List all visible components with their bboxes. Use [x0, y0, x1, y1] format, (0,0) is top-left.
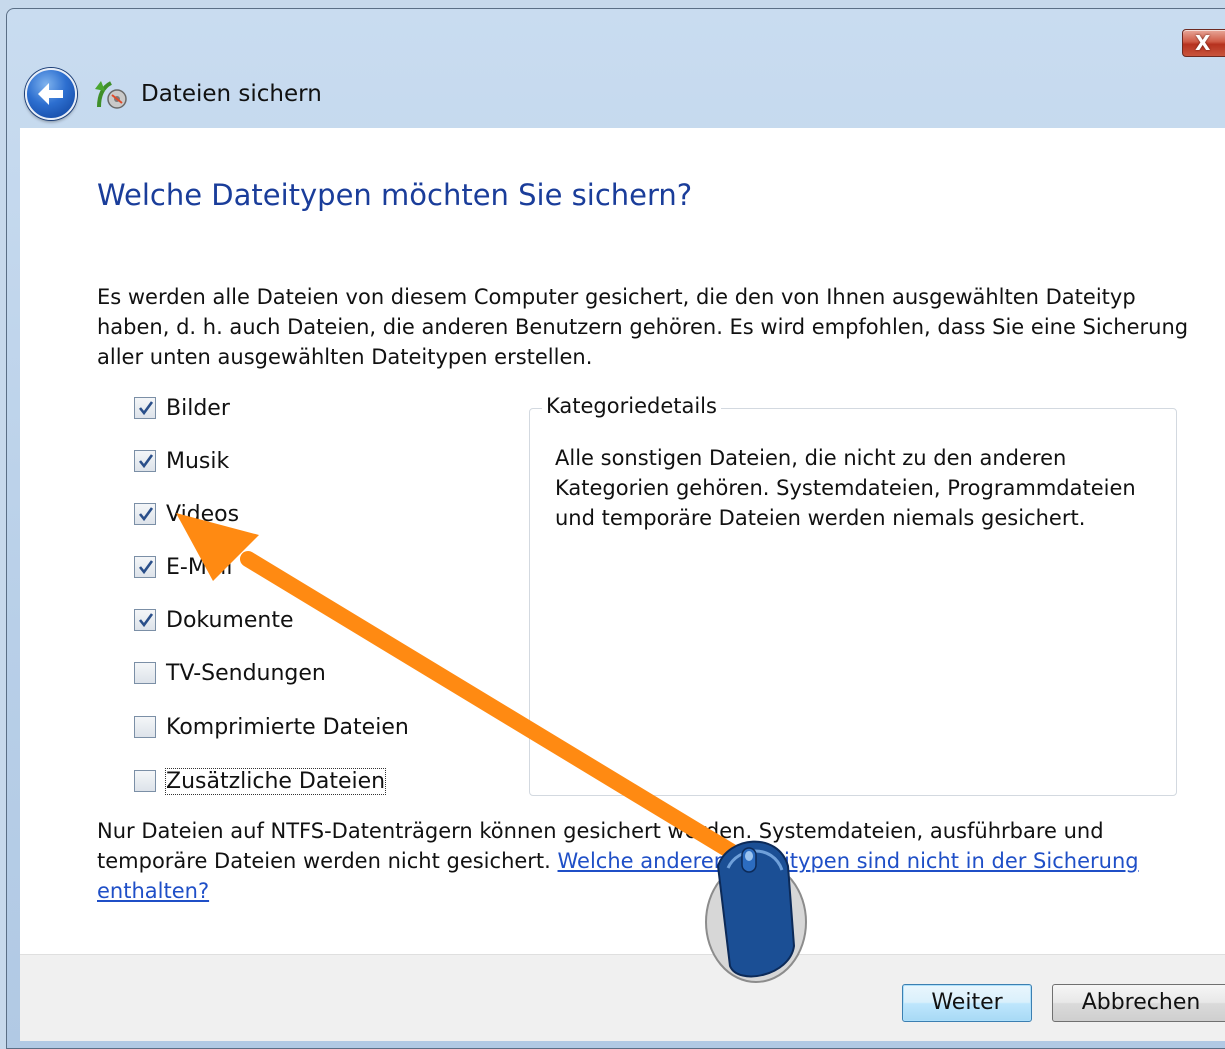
checkbox-box[interactable]	[134, 450, 156, 472]
checkbox-label: E-Mail	[166, 554, 233, 580]
checkbox-label: Komprimierte Dateien	[166, 714, 409, 740]
checkbox-label: Bilder	[166, 395, 230, 421]
checkbox-videos[interactable]: Videos	[134, 499, 239, 529]
checkbox-box[interactable]	[134, 609, 156, 631]
content-area: Welche Dateitypen möchten Sie sichern? E…	[20, 128, 1225, 954]
close-button[interactable]: X	[1182, 29, 1225, 57]
checkbox-label: Zusätzliche Dateien	[164, 767, 387, 795]
checkbox-zusaetzliche-dateien[interactable]: Zusätzliche Dateien	[134, 766, 387, 796]
page-heading: Welche Dateitypen möchten Sie sichern?	[97, 178, 693, 212]
checkbox-bilder[interactable]: Bilder	[134, 393, 230, 423]
checkbox-box[interactable]	[134, 770, 156, 792]
next-button[interactable]: Weiter	[902, 984, 1032, 1022]
mouse-icon	[705, 840, 807, 983]
cancel-button[interactable]: Abbrechen	[1052, 984, 1225, 1022]
checkmark-icon	[138, 560, 154, 575]
window-title: Dateien sichern	[141, 81, 322, 107]
checkbox-tv-sendungen[interactable]: TV-Sendungen	[134, 658, 326, 688]
checkbox-musik[interactable]: Musik	[134, 446, 229, 476]
back-button[interactable]	[25, 68, 77, 120]
checkbox-box[interactable]	[134, 397, 156, 419]
button-bar: Weiter Abbrechen	[20, 954, 1225, 1041]
checkmark-icon	[138, 507, 154, 522]
checkbox-label: TV-Sendungen	[166, 660, 326, 686]
dialog-window: X Dateien sichern Welche Dateitypen möch…	[6, 8, 1225, 1049]
back-arrow-icon	[38, 83, 63, 105]
checkmark-icon	[138, 401, 154, 416]
checkbox-label: Musik	[166, 448, 230, 474]
footer-note: Nur Dateien auf NTFS-Datenträgern können…	[97, 816, 1197, 906]
checkbox-dokumente[interactable]: Dokumente	[134, 605, 293, 635]
checkbox-box[interactable]	[134, 662, 156, 684]
backup-files-icon	[95, 81, 127, 109]
checkbox-box[interactable]	[134, 503, 156, 525]
checkbox-box[interactable]	[134, 716, 156, 738]
checkmark-icon	[138, 613, 154, 628]
checkbox-label: Videos	[166, 501, 240, 527]
checkmark-icon	[138, 454, 154, 469]
checkbox-email[interactable]: E-Mail	[134, 552, 233, 582]
category-details-text: Alle sonstigen Dateien, die nicht zu den…	[555, 446, 1136, 530]
category-details-legend: Kategoriedetails	[542, 394, 721, 418]
close-icon: X	[1195, 31, 1211, 55]
category-details-group: Kategoriedetails Alle sonstigen Dateien,…	[529, 394, 1177, 796]
checkbox-label: Dokumente	[166, 607, 294, 633]
checkbox-box[interactable]	[134, 556, 156, 578]
checkbox-komprimierte-dateien[interactable]: Komprimierte Dateien	[134, 712, 409, 742]
intro-text: Es werden alle Dateien von diesem Comput…	[97, 285, 1189, 369]
